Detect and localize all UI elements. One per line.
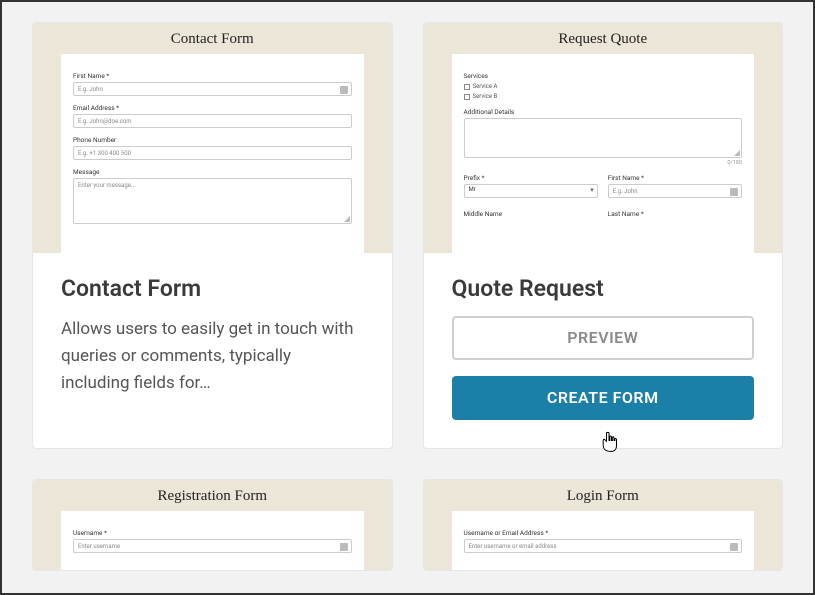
field-label: Email Address <box>73 104 352 112</box>
template-card-registration[interactable]: Registration Form Username Enter usernam… <box>32 479 393 571</box>
field-input: E.g. John <box>608 184 742 198</box>
checkbox-icon <box>464 84 470 90</box>
preview-button[interactable]: PREVIEW <box>452 316 755 360</box>
field-input: Enter username <box>73 539 352 553</box>
form-preview-registration: Username Enter username <box>61 511 364 570</box>
card-title: Contact Form <box>61 275 364 302</box>
field-label: Last Name <box>608 210 742 218</box>
field-textarea: Enter your message... <box>73 178 352 224</box>
field-label: Additional Details <box>464 108 743 116</box>
thumbnail-quote: Request Quote Services Service A Service… <box>424 23 783 253</box>
form-preview-contact: First Name E.g. John Email Address E.g. … <box>61 54 364 253</box>
resize-handle-icon <box>344 216 350 222</box>
card-body: Contact Form Allows users to easily get … <box>33 253 392 426</box>
template-grid: Contact Form First Name E.g. John Email … <box>2 2 813 591</box>
field-label: First Name <box>608 174 742 182</box>
field-label: Prefix <box>464 174 598 182</box>
checkbox-label: Service A <box>473 83 498 90</box>
textarea-placeholder: Enter your message... <box>78 182 136 189</box>
field-label: Middle Name <box>464 210 598 218</box>
thumbnail-contact: Contact Form First Name E.g. John Email … <box>33 23 392 253</box>
checkbox-row: Service A <box>464 83 743 90</box>
field-label: Username <box>73 529 352 537</box>
form-preview-login: Username or Email Address Enter username… <box>452 511 755 570</box>
field-label: Phone Number <box>73 136 352 144</box>
checkbox-icon <box>464 94 470 100</box>
card-title: Quote Request <box>452 275 755 302</box>
field-label: Username or Email Address <box>464 529 743 537</box>
card-body: Quote Request PREVIEW CREATE FORM <box>424 253 783 448</box>
card-description: Allows users to easily get in touch with… <box>61 316 364 398</box>
thumb-title: Contact Form <box>33 23 392 54</box>
field-label: Message <box>73 168 352 176</box>
create-form-button[interactable]: CREATE FORM <box>452 376 755 420</box>
field-input: E.g. +1 300 400 500 <box>73 146 352 160</box>
thumb-title: Registration Form <box>33 480 392 511</box>
field-label: First Name <box>73 72 352 80</box>
checkbox-label: Service B <box>473 93 498 100</box>
form-preview-quote: Services Service A Service B Additional … <box>452 54 755 253</box>
field-label: Services <box>464 72 743 80</box>
thumb-title: Login Form <box>424 480 783 511</box>
field-select: Mr <box>464 184 598 198</box>
template-card-quote[interactable]: Request Quote Services Service A Service… <box>423 22 784 449</box>
checkbox-row: Service B <box>464 93 743 100</box>
field-textarea <box>464 118 743 158</box>
thumbnail-registration: Registration Form Username Enter usernam… <box>33 480 392 570</box>
pointer-cursor-icon <box>599 431 619 455</box>
resize-handle-icon <box>734 150 740 156</box>
thumb-title: Request Quote <box>424 23 783 54</box>
template-card-contact[interactable]: Contact Form First Name E.g. John Email … <box>32 22 393 449</box>
field-input: E.g. John@doe.com <box>73 114 352 128</box>
template-card-login[interactable]: Login Form Username or Email Address Ent… <box>423 479 784 571</box>
field-input: E.g. John <box>73 82 352 96</box>
thumbnail-login: Login Form Username or Email Address Ent… <box>424 480 783 570</box>
field-input: Enter username or email address <box>464 539 743 553</box>
